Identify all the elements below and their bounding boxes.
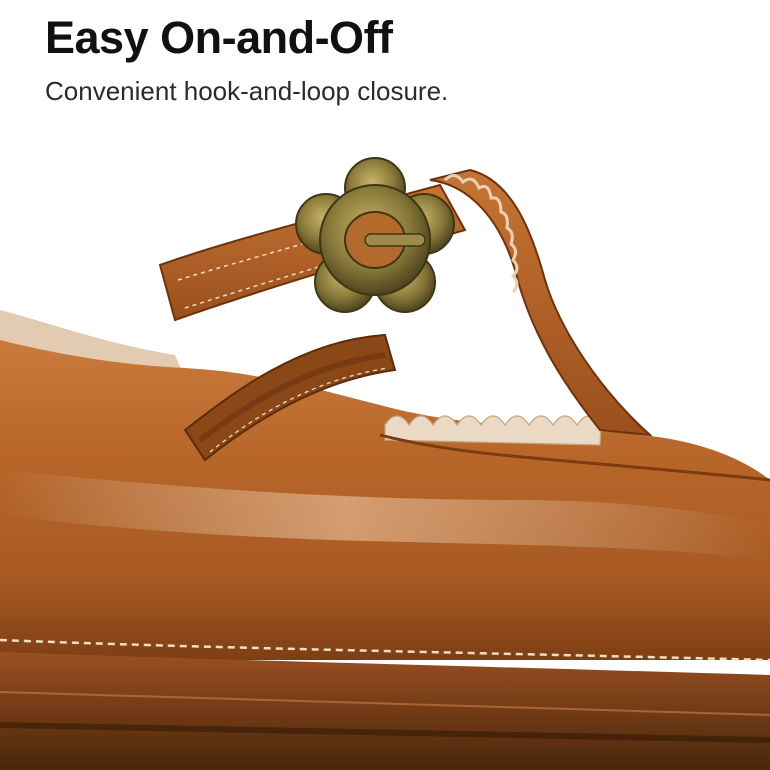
flower-buckle [295, 157, 455, 313]
shoe-product-photo [0, 140, 770, 770]
t-strap [429, 168, 653, 437]
feature-subtitle: Convenient hook-and-loop closure. [45, 76, 449, 106]
shoe-illustration [0, 157, 770, 770]
product-feature-panel: Easy On-and-Off Convenient hook-and-loop… [0, 0, 770, 770]
scalloped-edge [384, 415, 602, 446]
feature-title: Easy On-and-Off [45, 12, 393, 63]
